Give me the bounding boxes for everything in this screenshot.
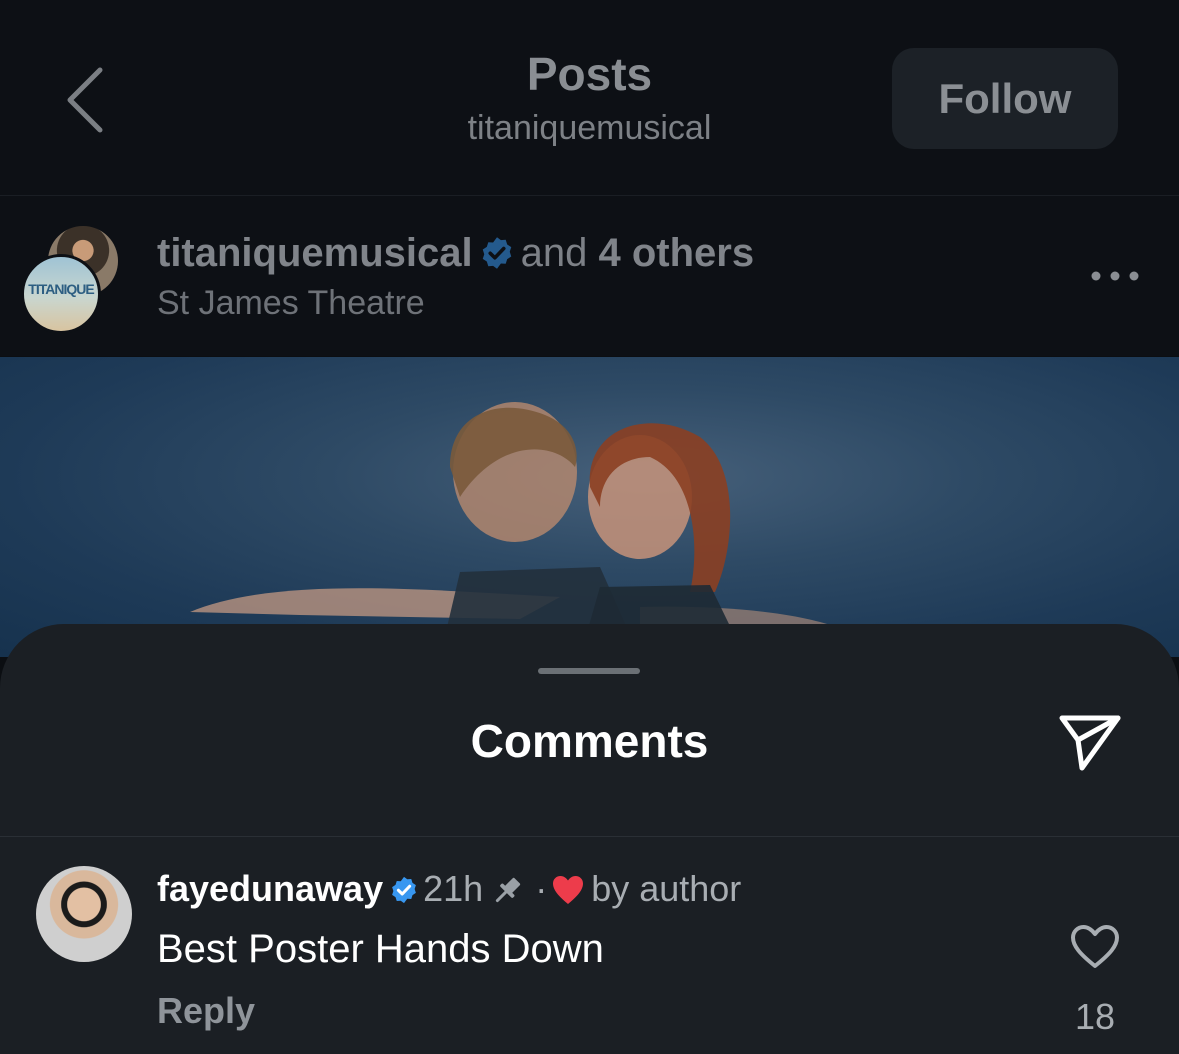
comment-text: Best Poster Hands Down	[157, 927, 604, 971]
comments-title: Comments	[470, 715, 709, 767]
verified-badge-icon	[392, 876, 416, 904]
post-image[interactable]	[0, 357, 1179, 657]
comment-meta: fayedunaway 21h · by author	[157, 868, 741, 910]
top-bar: Posts titaniquemusical Follow	[0, 0, 1179, 196]
share-send-icon[interactable]	[1056, 710, 1124, 774]
and-text: and	[520, 231, 588, 275]
author-liked-heart-icon	[553, 876, 584, 904]
verified-badge-icon	[482, 237, 511, 269]
pin-icon	[496, 877, 521, 903]
author-avatar[interactable]: TITANIQUE	[21, 254, 101, 334]
follow-button[interactable]: Follow	[892, 48, 1118, 149]
post-location[interactable]: St James Theatre	[157, 284, 425, 323]
commenter-username[interactable]: fayedunaway	[157, 868, 383, 909]
liked-by-author-text: by author	[591, 868, 742, 909]
comments-sheet: Comments fayedunaway 21h · by author Bes…	[0, 624, 1179, 1054]
others-link[interactable]: 4 others	[599, 231, 755, 275]
meta-separator: ·	[535, 868, 548, 909]
comment-time: 21h	[423, 868, 484, 909]
like-count: 18	[1074, 996, 1116, 1037]
post-header: TITANIQUE titaniquemusical and 4 others …	[0, 196, 1179, 356]
reply-button[interactable]: Reply	[157, 990, 255, 1032]
commenter-avatar[interactable]	[36, 866, 132, 962]
poster-illustration	[190, 402, 830, 657]
sheet-grabber-handle[interactable]	[538, 668, 640, 674]
divider	[0, 836, 1179, 837]
post-username[interactable]: titaniquemusical	[157, 231, 473, 275]
avatar-logo-text: TITANIQUE	[28, 281, 94, 297]
like-heart-icon[interactable]	[1070, 924, 1120, 970]
post-author-line[interactable]: titaniquemusical and 4 others	[157, 230, 754, 276]
more-options-icon[interactable]	[1090, 270, 1140, 282]
